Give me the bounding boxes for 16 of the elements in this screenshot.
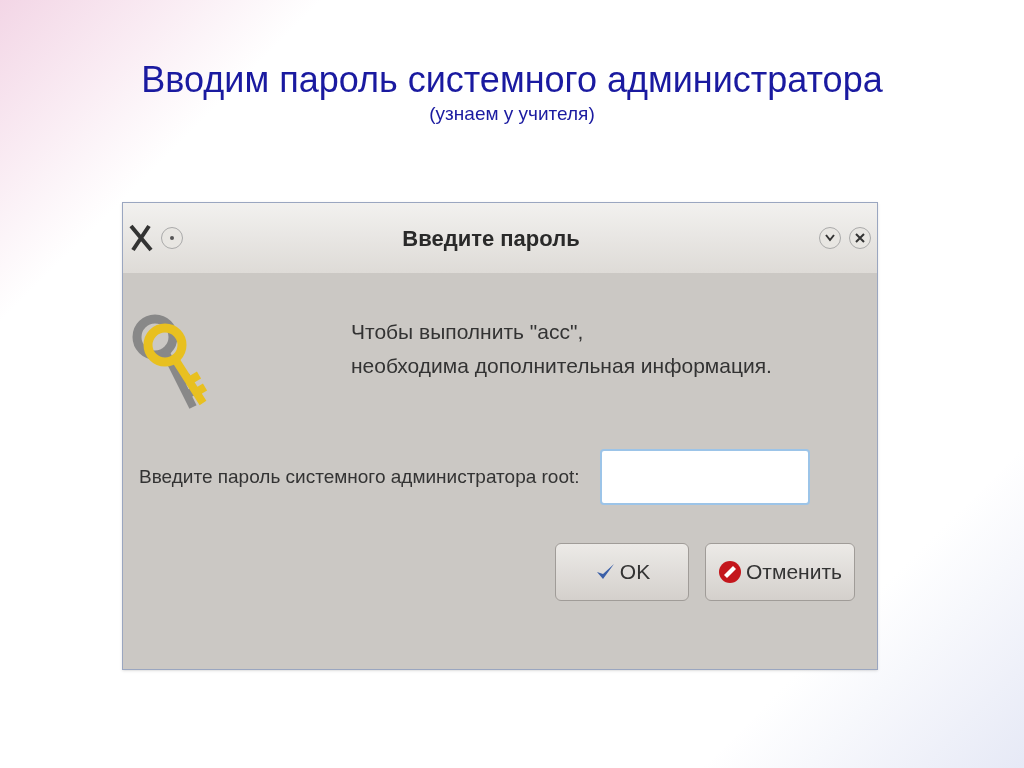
message-text: Чтобы выполнить "acc", <box>351 319 585 345</box>
minimize-button[interactable] <box>819 227 841 249</box>
app-icon <box>129 224 153 252</box>
message-text: необходима дополнительная информация. <box>351 353 772 379</box>
slide-subtitle: (узнаем у учителя) <box>429 102 595 126</box>
menu-button[interactable] <box>161 227 183 249</box>
dialog-title: Введите пароль <box>401 224 581 253</box>
cancel-icon <box>718 560 743 584</box>
close-icon <box>855 233 865 243</box>
close-button[interactable] <box>849 227 871 249</box>
password-field[interactable] <box>599 449 810 505</box>
chevron-down-icon <box>825 234 835 242</box>
cancel-button[interactable]: Отменить <box>705 543 855 601</box>
slide-title: Вводим пароль системного администратора <box>141 58 883 102</box>
password-label: Введите пароль системного администратора root: <box>139 464 580 489</box>
ok-button[interactable]: OK <box>555 543 690 601</box>
